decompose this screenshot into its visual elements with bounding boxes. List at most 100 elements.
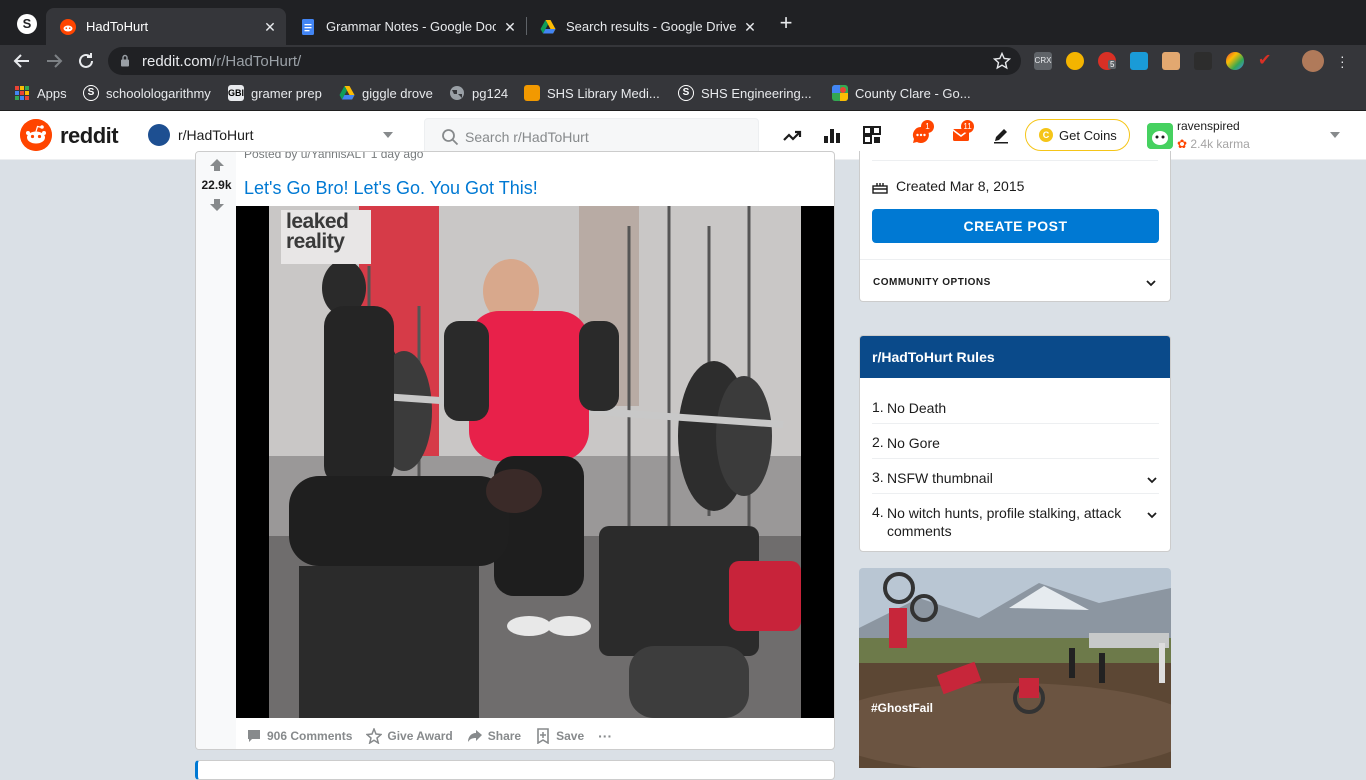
leaderboard-icon[interactable] (822, 125, 842, 145)
bookmark-label: gramer prep (251, 85, 322, 101)
bookmark-schoolologarithmy[interactable]: S schoolologarithmy (83, 85, 211, 101)
bookmark-pg124[interactable]: pg124 (449, 85, 508, 101)
owl-extension-icon[interactable] (1066, 52, 1084, 70)
rule-text: No Gore (887, 435, 940, 451)
close-tab-icon[interactable]: ✕ (742, 19, 758, 35)
google-drive-icon (339, 86, 355, 100)
upvote-arrow-icon[interactable] (209, 158, 225, 172)
rule-item[interactable]: 3. NSFW thumbnail (872, 469, 1159, 494)
apps-grid-icon (15, 86, 29, 100)
karma-text: 2.4k karma (1190, 137, 1250, 151)
color-extension-icon[interactable] (1226, 52, 1244, 70)
crx-extension-icon[interactable]: CRX (1034, 52, 1052, 70)
create-post-pencil-icon[interactable] (991, 125, 1011, 145)
tab-search-results-drive[interactable]: Search results - Google Drive ✕ (526, 8, 766, 45)
rule-item[interactable]: 4. No witch hunts, profile stalking, att… (872, 504, 1159, 544)
schoology-profile-icon[interactable]: S (17, 14, 37, 34)
subreddit-rules-card: r/HadToHurt Rules 1. No Death 2. No Gore… (859, 335, 1171, 552)
library-icon (524, 85, 540, 101)
rule-number: 1. (872, 399, 884, 415)
bookmark-shs-library[interactable]: SHS Library Medi... (524, 85, 660, 101)
rule-number: 2. (872, 434, 884, 450)
bookmark-label: pg124 (472, 85, 509, 101)
tab-hadtohurt[interactable]: HadToHurt ✕ (46, 8, 286, 45)
tab-title: Search results - Google Drive (566, 19, 736, 34)
bookmark-county-clare[interactable]: County Clare - Go... (832, 85, 971, 101)
inbox-button[interactable]: 11 (951, 120, 974, 145)
vote-column: 22.9k (196, 152, 236, 749)
rule-number: 4. (872, 504, 884, 520)
bookmark-shs-engineering[interactable]: S SHS Engineering... (678, 85, 812, 101)
rule-text: No witch hunts, profile stalking, attack… (887, 505, 1122, 539)
post-title[interactable]: Let's Go Bro! Let's Go. You Got This! (244, 178, 538, 199)
create-post-button[interactable]: CREATE POST (872, 209, 1159, 243)
bookmarks-bar: Apps S schoolologarithmy GBI gramer prep… (0, 77, 1366, 111)
bookmark-star-icon[interactable] (993, 52, 1011, 70)
rule-text: NSFW thumbnail (887, 470, 993, 486)
google-drive-icon (540, 19, 556, 33)
adblock-extension-icon[interactable]: 5 (1098, 52, 1117, 70)
get-coins-label: Get Coins (1059, 127, 1117, 143)
back-arrow-icon[interactable] (10, 49, 34, 73)
grammar-extension-icon[interactable] (1130, 52, 1148, 70)
check-extension-icon[interactable]: ✔ (1258, 52, 1276, 70)
rule-item[interactable]: 1. No Death (872, 399, 1159, 424)
address-bar[interactable]: reddit.com/r/HadToHurt/ (108, 47, 1021, 75)
gbi-icon: GBI (228, 85, 244, 101)
share-button[interactable]: Share (465, 724, 523, 748)
close-tab-icon[interactable]: ✕ (502, 19, 518, 35)
search-icon (442, 129, 459, 146)
profile-avatar-icon[interactable] (1302, 50, 1324, 72)
post-card[interactable]: 22.9k Posted by u/YannisALT 1 day ago Le… (195, 151, 835, 750)
award-icon (366, 728, 383, 744)
chevron-down-icon[interactable] (1329, 131, 1341, 139)
chevron-down-icon[interactable] (1145, 473, 1159, 487)
promoted-video-thumbnail[interactable]: #GhostFail (859, 568, 1171, 768)
bookmark-apps[interactable]: Apps (14, 85, 67, 101)
schoology-icon: S (678, 85, 694, 101)
subreddit-selector[interactable]: r/HadToHurt (148, 124, 253, 146)
bookmark-label: Apps (37, 85, 67, 101)
more-options-button[interactable]: ··· (596, 724, 614, 748)
ad-hashtag: #GhostFail (871, 701, 934, 715)
subreddit-name: r/HadToHurt (178, 127, 254, 143)
dark-extension-icon[interactable] (1194, 52, 1212, 70)
post-actions: 906 Comments Give Award Share Save ··· (244, 724, 624, 748)
downvote-arrow-icon[interactable] (209, 198, 225, 212)
rule-item[interactable]: 2. No Gore (872, 434, 1159, 459)
forward-arrow-icon[interactable] (42, 49, 66, 73)
comments-button[interactable]: 906 Comments (244, 724, 354, 748)
url-path: /r/HadToHurt/ (212, 53, 302, 70)
chevron-down-icon[interactable] (382, 131, 394, 139)
community-options-toggle[interactable]: COMMUNITY OPTIONS (873, 277, 991, 288)
user-avatar (1147, 123, 1173, 149)
reddit-wordmark[interactable]: reddit (60, 123, 119, 149)
more-options-icon: ··· (598, 728, 613, 744)
reddit-logo-icon[interactable] (20, 119, 52, 151)
posted-by[interactable]: Posted by u/YannisALT 1 day ago (244, 152, 423, 161)
trending-icon[interactable] (782, 125, 802, 145)
post-video[interactable]: leaked reality (236, 206, 834, 718)
bookmark-giggle-drove[interactable]: giggle drove (339, 85, 433, 101)
divider (860, 259, 1170, 260)
reload-icon[interactable] (74, 49, 98, 73)
search-input[interactable]: Search r/HadToHurt (424, 118, 759, 154)
chrome-menu-icon[interactable]: · · · (1340, 49, 1345, 73)
dirt-bike-crash-image (859, 568, 1171, 768)
tab-grammar-notes[interactable]: Grammar Notes - Google Docs ✕ (286, 8, 526, 45)
give-award-label: Give Award (387, 729, 453, 743)
chevron-down-icon[interactable] (1144, 276, 1158, 290)
chevron-down-icon[interactable] (1145, 508, 1159, 522)
get-coins-button[interactable]: C Get Coins (1025, 119, 1130, 151)
give-award-button[interactable]: Give Award (364, 724, 454, 748)
watermark-line1: leaked (286, 210, 349, 233)
qr-code-icon[interactable] (862, 125, 882, 145)
save-button[interactable]: Save (533, 724, 586, 748)
chat-button[interactable]: 1 (911, 120, 934, 145)
new-tab-button[interactable]: + (776, 12, 796, 34)
reddit-icon (60, 18, 76, 35)
next-post-card[interactable] (195, 760, 835, 780)
close-tab-icon[interactable]: ✕ (262, 19, 278, 35)
toolbox-extension-icon[interactable] (1162, 52, 1180, 70)
bookmark-gramer-prep[interactable]: GBI gramer prep (228, 85, 322, 101)
